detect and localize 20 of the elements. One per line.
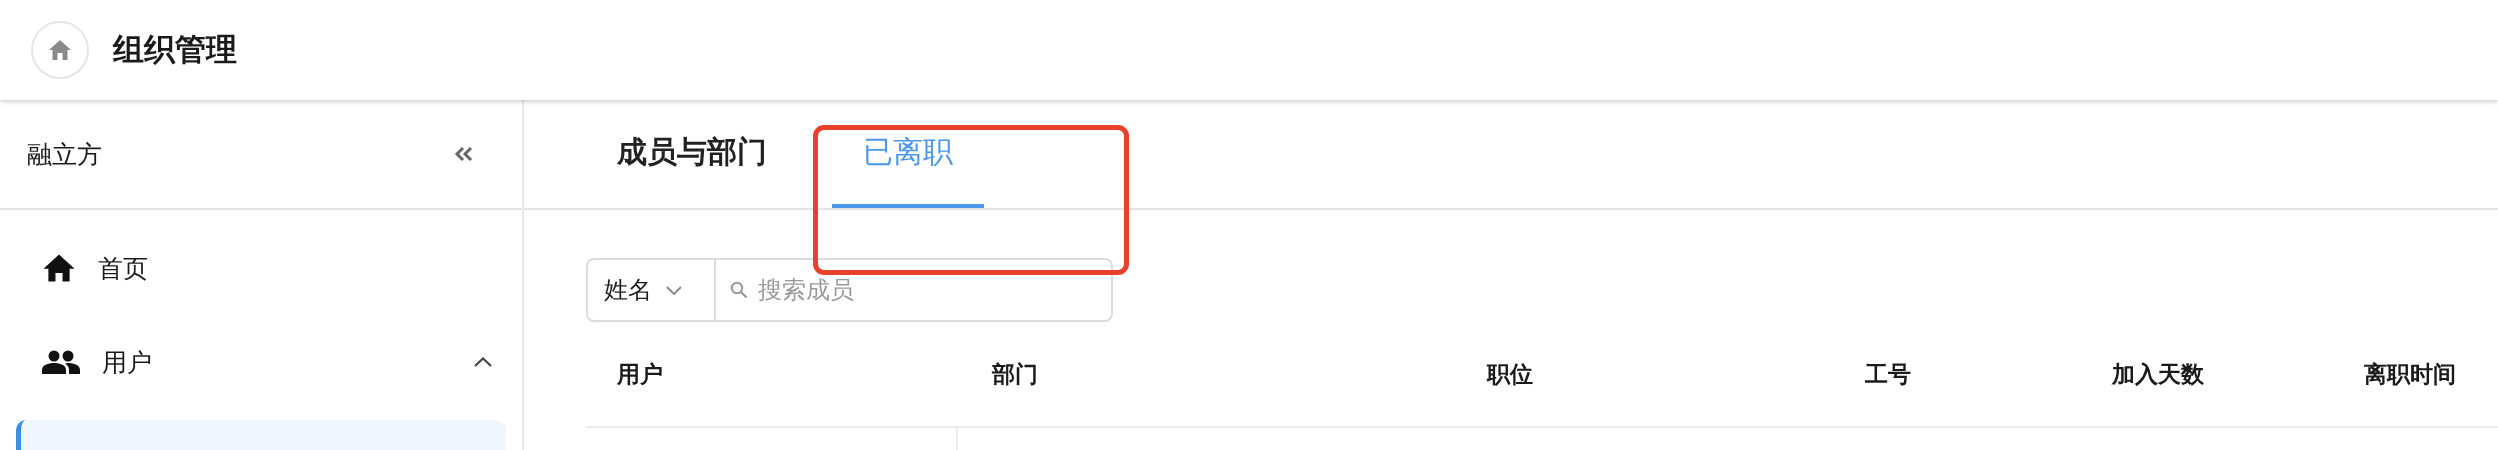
sidebar-item[interactable]: 首页 (16, 221, 506, 315)
column-header: 部门 (990, 359, 1039, 389)
chevron-up-icon (474, 357, 492, 367)
organization-name: 融立方 (27, 138, 102, 171)
home-icon (42, 253, 76, 283)
home-icon (48, 39, 72, 61)
double-chevron-left-icon (454, 146, 474, 162)
page-title: 组织管理 (113, 30, 237, 69)
column-header: 离职时间 (2363, 359, 2457, 389)
column-header: 职位 (1485, 359, 1534, 389)
search-icon (730, 281, 748, 299)
search-field[interactable]: 姓名 搜索成员 (586, 258, 1113, 322)
chevron-down-icon (666, 285, 682, 295)
column-header: 工号 (1864, 359, 1912, 389)
field-dropdown[interactable]: 姓名 (588, 260, 716, 320)
column-header: 加入天数 (2110, 359, 2205, 389)
sidebar-item[interactable]: 用户 (16, 315, 506, 409)
tab[interactable]: 成员与部门 (617, 100, 798, 208)
column-header: 用户 (616, 359, 664, 389)
users-icon (42, 350, 80, 374)
